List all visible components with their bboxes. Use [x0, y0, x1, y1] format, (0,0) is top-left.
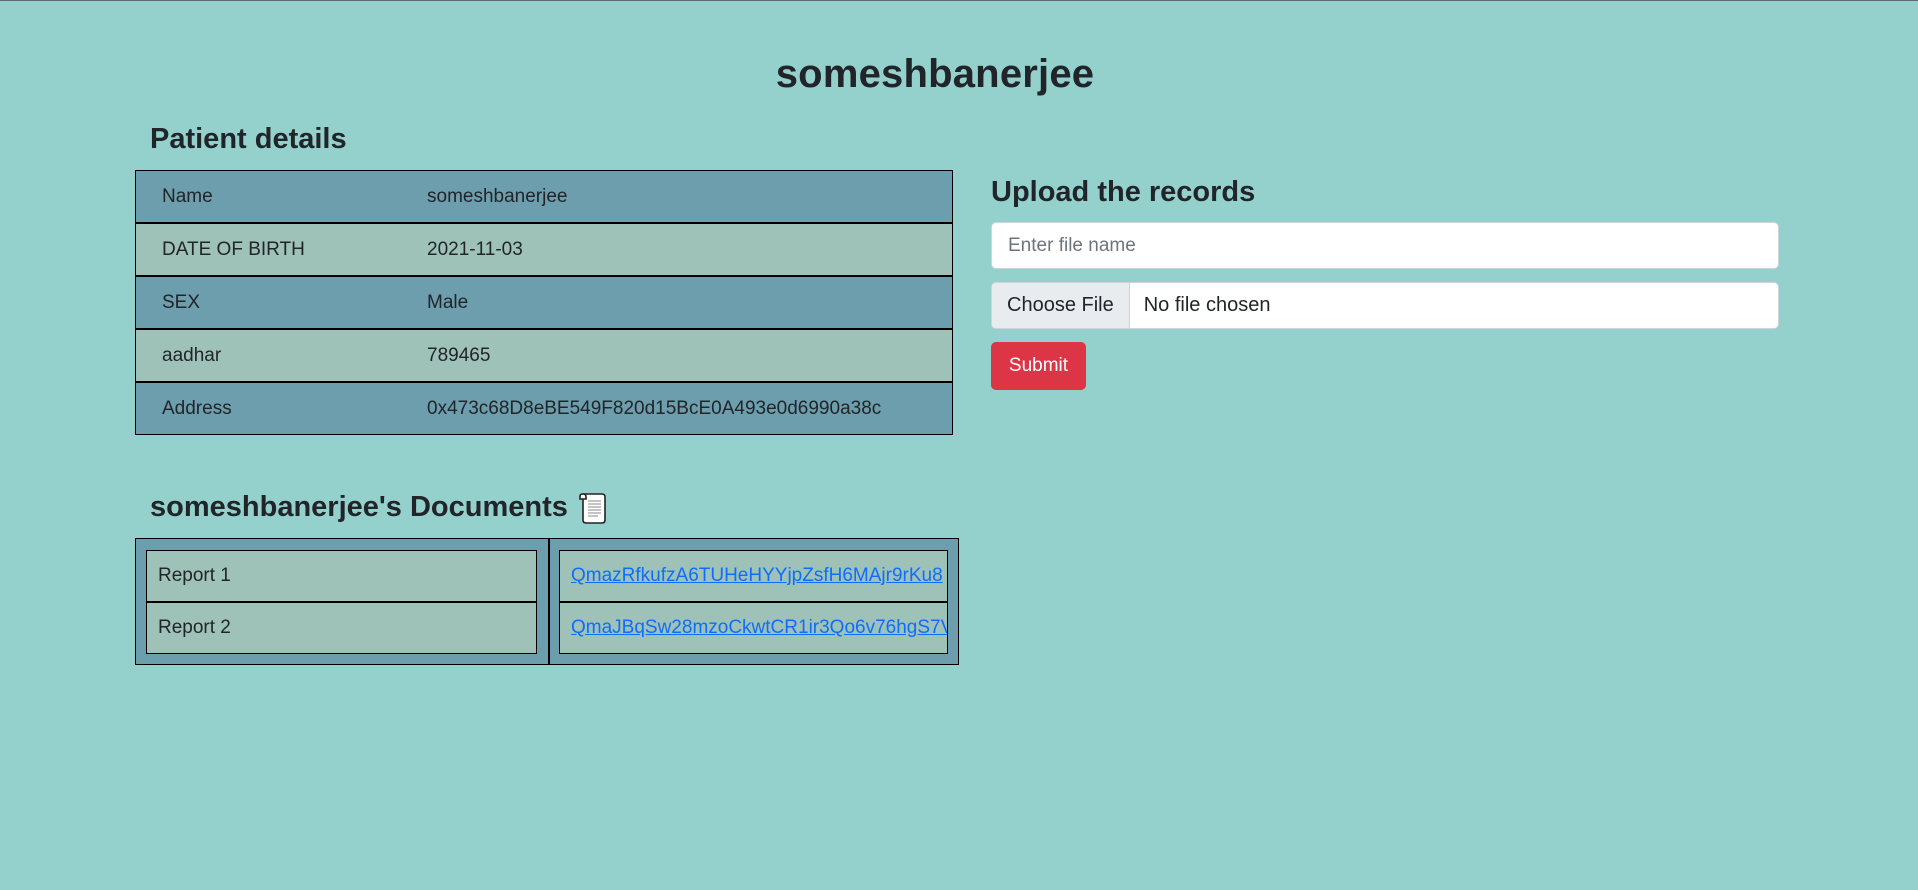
documents-table: Report 1 QmazRfkufzA6TUHeHYYjpZsfH6MAjr9…: [135, 538, 959, 665]
file-picker[interactable]: Choose File No file chosen: [991, 282, 1779, 329]
field-label-name: Name: [135, 170, 427, 224]
field-label-address: Address: [135, 381, 427, 435]
scroll-icon: [578, 492, 606, 524]
field-label-sex: SEX: [135, 275, 427, 330]
field-value-dob: 2021-11-03: [427, 222, 953, 277]
submit-button[interactable]: Submit: [991, 342, 1086, 390]
documents-title: someshbanerjee's Documents: [150, 491, 606, 524]
page-title: someshbanerjee: [775, 51, 1095, 96]
upload-title: Upload the records: [991, 176, 1256, 208]
table-row: Address 0x473c68D8eBE549F820d15BcE0A493e…: [135, 381, 953, 435]
table-row: Name someshbanerjee: [135, 170, 953, 224]
table-row: DATE OF BIRTH 2021-11-03: [135, 222, 953, 277]
document-link-cell: QmazRfkufzA6TUHeHYYjpZsfH6MAjr9rKu8: [559, 550, 948, 602]
field-value-sex: Male: [427, 275, 953, 330]
document-link-cell: QmaJBqSw28mzoCkwtCR1ir3Qo6v76hgS7V: [559, 602, 948, 654]
document-name: Report 2: [158, 617, 231, 638]
table-row: aadhar 789465: [135, 328, 953, 383]
document-link[interactable]: QmaJBqSw28mzoCkwtCR1ir3Qo6v76hgS7V: [571, 617, 947, 639]
field-label-dob: DATE OF BIRTH: [135, 222, 427, 277]
choose-file-button[interactable]: Choose File: [992, 283, 1130, 328]
document-name-cell: Report 2: [146, 602, 537, 654]
patient-details-table: Name someshbanerjee DATE OF BIRTH 2021-1…: [135, 170, 953, 435]
column-divider: [548, 539, 550, 664]
documents-title-text: someshbanerjee's Documents: [150, 491, 568, 523]
patient-details-title: Patient details: [150, 123, 347, 155]
document-name: Report 1: [158, 565, 231, 586]
document-link[interactable]: QmazRfkufzA6TUHeHYYjpZsfH6MAjr9rKu8: [571, 565, 943, 587]
field-value-address: 0x473c68D8eBE549F820d15BcE0A493e0d6990a3…: [427, 381, 953, 435]
table-row: SEX Male: [135, 275, 953, 330]
field-value-aadhar: 789465: [427, 328, 953, 383]
file-status-text: No file chosen: [1143, 294, 1271, 316]
field-value-name: someshbanerjee: [427, 170, 953, 224]
file-name-input[interactable]: [991, 222, 1779, 269]
field-label-aadhar: aadhar: [135, 328, 427, 383]
document-name-cell: Report 1: [146, 550, 537, 602]
